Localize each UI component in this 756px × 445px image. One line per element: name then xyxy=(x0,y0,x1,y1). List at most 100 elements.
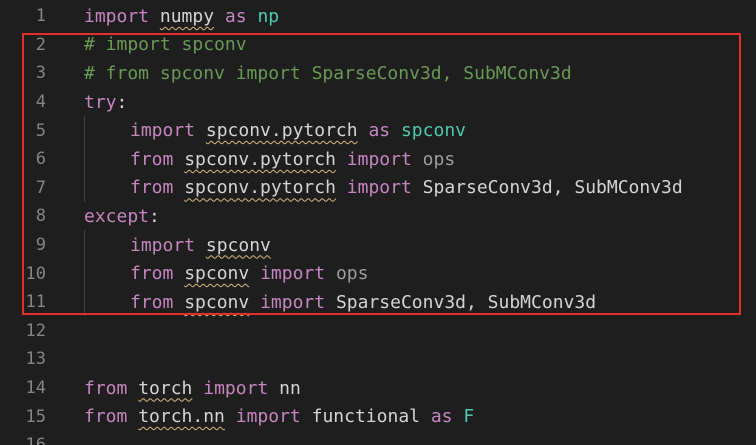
code-line[interactable]: 2 # import spconv xyxy=(0,31,756,60)
line-number: 12 xyxy=(25,320,46,341)
code-token-warning: spconv.pytorch xyxy=(205,120,358,142)
code-line[interactable]: 13 xyxy=(0,345,756,374)
code-line[interactable]: 9 import spconv xyxy=(0,231,756,260)
code-text: # import spconv xyxy=(84,34,247,55)
code-text: from spconv import SparseConv3d, SubMCon… xyxy=(130,292,596,313)
code-token: import xyxy=(235,406,301,428)
code-line[interactable]: 7 from spconv.pytorch import SparseConv3d… xyxy=(0,174,756,203)
code-token: except xyxy=(84,205,150,227)
line-number: 15 xyxy=(25,406,46,427)
line-number: 13 xyxy=(25,349,46,370)
code-token: ops xyxy=(422,148,456,170)
code-token: as xyxy=(430,406,453,428)
code-text: from spconv.pytorch import SparseConv3d,… xyxy=(130,177,683,198)
code-token: as xyxy=(224,5,247,27)
indent-guide-except xyxy=(84,230,85,316)
code-token-warning: spconv xyxy=(205,234,271,256)
code-token-warning: torch xyxy=(138,377,193,399)
code-line[interactable]: 3 # from spconv import SparseConv3d, SubM… xyxy=(0,59,756,88)
code-token: import xyxy=(346,177,412,199)
code-text: # from spconv import SparseConv3d, SubMC… xyxy=(84,63,572,84)
code-line[interactable]: 6 from spconv.pytorch import ops xyxy=(0,145,756,174)
code-token: from xyxy=(130,177,174,199)
code-token: import xyxy=(203,377,269,399)
line-number: 6 xyxy=(35,149,46,170)
code-token: from xyxy=(84,377,128,399)
code-token: functional xyxy=(311,406,420,428)
code-token: SparseConv3d, SubMConv3d xyxy=(422,177,683,199)
indent-guide-try xyxy=(84,116,85,202)
code-token: # import spconv xyxy=(84,34,247,56)
line-number: 7 xyxy=(35,177,46,198)
code-token: spconv xyxy=(400,120,466,142)
code-token-warning: spconv.pytorch xyxy=(184,148,336,170)
line-number: 8 xyxy=(35,206,46,227)
code-text: from torch.nn import functional as F xyxy=(84,406,474,427)
code-text: import spconv.pytorch as spconv xyxy=(130,120,466,141)
code-token: import xyxy=(260,291,326,313)
code-line[interactable]: 15 from torch.nn import functional as F xyxy=(0,402,756,431)
code-token: from xyxy=(130,291,174,313)
code-token-warning: spconv.pytorch xyxy=(184,177,336,199)
line-number: 14 xyxy=(25,378,46,399)
code-line[interactable]: 1 import numpy as np xyxy=(0,2,756,31)
code-line[interactable]: 11 from spconv import SparseConv3d, SubMC… xyxy=(0,288,756,317)
code-line[interactable]: 4 try: xyxy=(0,88,756,117)
code-token-warning: numpy xyxy=(159,5,215,27)
code-token: from xyxy=(130,148,174,170)
code-line[interactable]: 10 from spconv import ops xyxy=(0,259,756,288)
code-token: SparseConv3d, SubMConv3d xyxy=(335,291,597,313)
code-editor[interactable]: 1 import numpy as np 2 # import spconv 3 # fr… xyxy=(0,0,756,445)
code-token: import xyxy=(130,234,196,256)
code-token: as xyxy=(368,120,391,142)
code-token: : xyxy=(116,91,128,113)
code-token: import xyxy=(346,148,412,170)
code-text: import numpy as np xyxy=(84,6,279,27)
code-token: import xyxy=(84,5,150,27)
line-number: 16 xyxy=(0,435,56,445)
code-token: try xyxy=(84,91,117,113)
code-token-warning: spconv xyxy=(184,291,250,313)
code-line[interactable]: 12 xyxy=(0,317,756,346)
code-token: F xyxy=(463,406,475,428)
code-text: from torch import nn xyxy=(84,378,301,399)
line-number: 10 xyxy=(25,263,46,284)
code-line[interactable]: 16 xyxy=(0,431,756,445)
code-token: ops xyxy=(335,263,369,285)
code-line[interactable]: 5 import spconv.pytorch as spconv xyxy=(0,116,756,145)
line-number: 2 xyxy=(35,34,46,55)
code-token: : xyxy=(149,205,160,227)
code-token: from xyxy=(84,406,128,428)
code-text: try: xyxy=(84,92,127,113)
code-line[interactable]: 14 from torch import nn xyxy=(0,374,756,403)
code-text: from spconv.pytorch import ops xyxy=(130,149,455,170)
code-token: # from spconv import SparseConv3d, SubMC… xyxy=(84,62,572,84)
code-token-warning: spconv xyxy=(184,263,250,285)
code-token: import xyxy=(260,263,326,285)
line-number: 5 xyxy=(35,120,46,141)
code-line[interactable]: 8 except: xyxy=(0,202,756,231)
